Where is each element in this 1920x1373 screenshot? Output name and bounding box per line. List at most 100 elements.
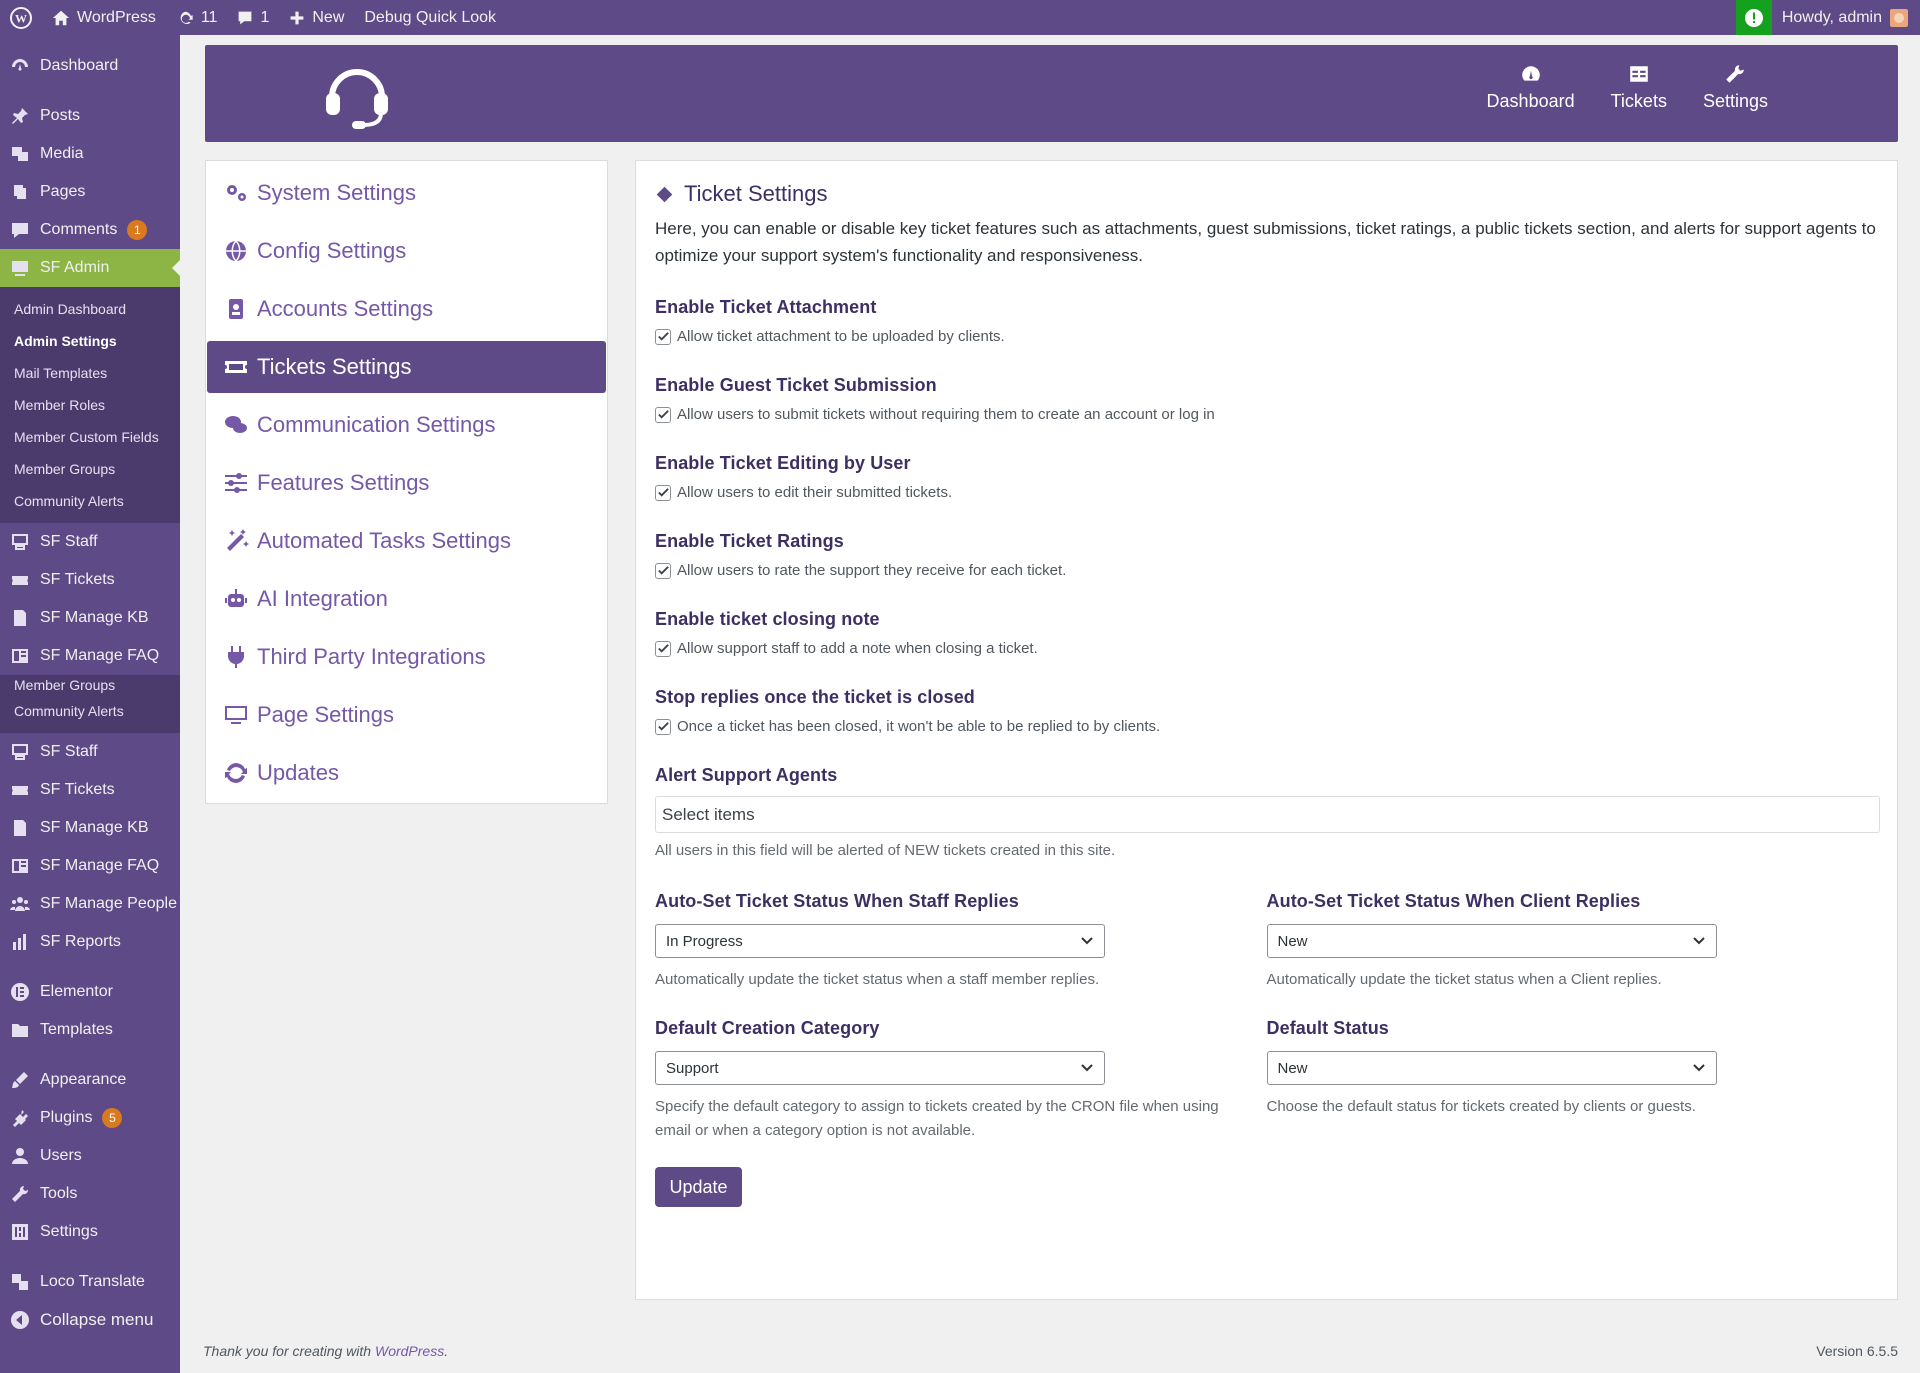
snav-ai-integration[interactable]: AI Integration [207,573,606,625]
tickets-icon [10,780,30,800]
updates-link[interactable]: 11 [166,0,228,35]
monitor-icon [225,706,247,724]
snav-page-settings[interactable]: Page Settings [207,689,606,741]
comments-count: 1 [260,8,270,26]
default-category-select[interactable]: Support [655,1051,1105,1085]
plug-icon [227,646,245,668]
update-button[interactable]: Update [655,1167,742,1207]
submenu-item[interactable]: Mail Templates [0,357,180,389]
submenu-item[interactable]: Community Alerts [0,485,180,517]
menu-sf-reports[interactable]: SF Reports [0,923,180,961]
new-content-link[interactable]: New [279,0,354,35]
menu-media[interactable]: Media [0,135,180,173]
snav-label: Page Settings [257,702,394,727]
diamond-icon [656,186,673,202]
submenu-item[interactable]: Member Roles [0,389,180,421]
menu-settings[interactable]: Settings [0,1213,180,1251]
field-label: Enable Ticket Ratings [655,531,844,551]
menu-plugins[interactable]: Plugins 5 [0,1099,180,1137]
snav-tickets-settings[interactable]: Tickets Settings [207,341,606,393]
client-replies-status-select[interactable]: New [1266,924,1717,958]
select-placeholder: Select items [662,804,755,824]
default-category-field: Default Creation Category Support Specif… [655,1018,1267,1143]
snav-accounts-settings[interactable]: Accounts Settings [207,283,606,335]
submenu-item[interactable]: Admin Dashboard [0,293,180,325]
menu-label: Plugins [40,1109,93,1126]
translate-icon [10,1272,30,1292]
menu-comments[interactable]: Comments 1 [0,211,180,249]
menu-tools[interactable]: Tools [0,1175,180,1213]
menu-label: Pages [40,183,86,200]
wordpress-link[interactable]: WordPress [375,1343,444,1359]
menu-posts[interactable]: Posts [0,97,180,135]
guest-submission-checkbox[interactable] [655,406,671,423]
field-label: Default Creation Category [655,1018,880,1038]
stop-replies-checkbox[interactable] [655,718,671,735]
field-label: Default Status [1266,1018,1389,1038]
option-closing-note: Enable ticket closing note Allow support… [655,609,1878,657]
staff-replies-status-select[interactable]: In Progress [655,924,1105,958]
site-name-link[interactable]: WordPress [42,0,166,35]
submenu-item[interactable]: Member Custom Fields [0,421,180,453]
snav-communication-settings[interactable]: Communication Settings [207,399,606,451]
menu-users[interactable]: Users [0,1137,180,1175]
menu-sf-staff[interactable]: SF Staff [0,733,180,771]
submenu-item[interactable]: Community Alerts [0,695,180,727]
globe-icon [226,240,246,262]
menu-loco-translate[interactable]: Loco Translate [0,1263,180,1301]
snav-updates[interactable]: Updates [207,747,606,799]
snav-third-party-integrations[interactable]: Third Party Integrations [207,631,606,683]
option-text: Once a ticket has been closed, it won't … [677,718,1161,735]
svg-text:W: W [15,11,27,25]
avatar[interactable] [1890,8,1908,27]
menu-sf-manage-kb[interactable]: SF Manage KB [0,599,180,637]
menu-sf-tickets[interactable]: SF Tickets [0,771,180,809]
comments-link[interactable]: 1 [227,0,279,35]
staff-replies-status-field: Auto-Set Ticket Status When Staff Replie… [655,891,1267,992]
menu-templates[interactable]: Templates [0,1011,180,1049]
wp-logo-button[interactable]: W [0,0,42,35]
menu-sf-tickets[interactable]: SF Tickets [0,561,180,599]
menu-sf-manage-faq[interactable]: SF Manage FAQ [0,637,180,675]
menu-elementor[interactable]: Elementor [0,973,180,1011]
ticket-attachment-checkbox[interactable] [655,328,671,345]
help-text: Automatically update the ticket status w… [1266,971,1662,988]
ticket-editing-checkbox[interactable] [655,484,671,501]
ticket-ratings-checkbox[interactable] [655,562,671,579]
snav-system-settings[interactable]: System Settings [207,167,606,219]
submenu-item[interactable]: Member Groups [0,675,180,695]
checkmark-icon [657,644,669,653]
footer-thanks: Thank you for creating with WordPress. [203,1343,449,1359]
snav-automated-tasks-settings[interactable]: Automated Tasks Settings [207,515,606,567]
faq-icon [10,856,30,876]
pages-icon [10,182,30,202]
menu-pages[interactable]: Pages [0,173,180,211]
collapse-menu-button[interactable]: Collapse menu [0,1301,180,1339]
snav-label: System Settings [257,180,416,205]
snav-features-settings[interactable]: Features Settings [207,457,606,509]
submenu-item[interactable]: Member Groups [0,453,180,485]
menu-sf-staff[interactable]: SF Staff [0,523,180,561]
menu-sf-manage-people[interactable]: SF Manage People [0,885,180,923]
menu-dashboard[interactable]: Dashboard [0,47,180,85]
nav-dashboard[interactable]: Dashboard [1487,63,1575,112]
snav-config-settings[interactable]: Config Settings [207,225,606,277]
people-icon [10,894,30,914]
site-name: WordPress [77,8,156,26]
menu-label: Dashboard [40,57,119,74]
menu-appearance[interactable]: Appearance [0,1061,180,1099]
nav-settings[interactable]: Settings [1703,63,1768,112]
menu-sf-manage-kb[interactable]: SF Manage KB [0,809,180,847]
wrench-icon [10,1184,30,1204]
nav-tickets[interactable]: Tickets [1611,63,1667,112]
my-account-link[interactable]: Howdy, admin [1772,0,1882,35]
submenu-item-current[interactable]: Admin Settings [0,325,180,357]
menu-sf-manage-faq[interactable]: SF Manage FAQ [0,847,180,885]
field-label: Auto-Set Ticket Status When Staff Replie… [655,891,1019,911]
default-status-select[interactable]: New [1266,1051,1717,1085]
alert-agents-select[interactable]: Select items [655,796,1880,833]
closing-note-checkbox[interactable] [655,640,671,657]
menu-sf-admin[interactable]: SF Admin [0,249,180,287]
debug-quick-look-link[interactable]: Debug Quick Look [354,0,506,35]
security-status-button[interactable] [1735,0,1772,35]
